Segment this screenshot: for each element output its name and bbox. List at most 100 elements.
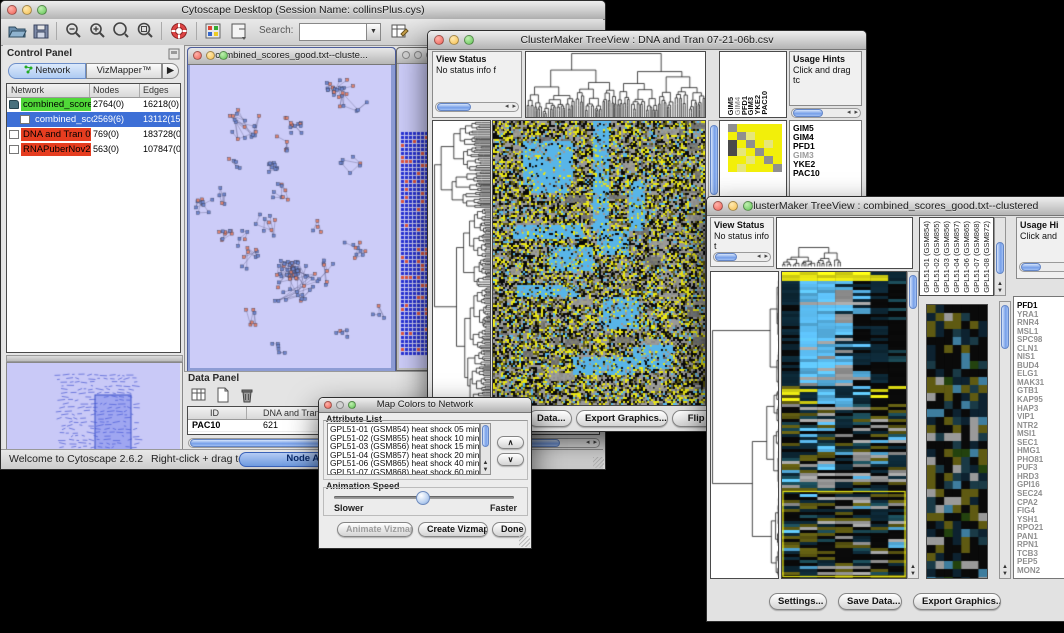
done-button[interactable]: Done: [492, 522, 526, 537]
minimize-button[interactable]: [22, 5, 32, 15]
tv2-zoom-heatmap[interactable]: [926, 304, 988, 579]
tv2-heatmap-vscrollbar[interactable]: ▲▼: [907, 271, 919, 579]
move-down-button[interactable]: ∨: [497, 453, 524, 466]
treeview1-titlebar[interactable]: ClusterMaker TreeView : DNA and Tran 07-…: [428, 31, 866, 50]
data-panel-title: Data Panel: [188, 373, 239, 384]
attribute-list-item[interactable]: GPL51-07 (GSM868) heat shock 60 min: [330, 468, 479, 475]
zoom-fit-icon[interactable]: [111, 21, 131, 41]
export-graphics-button[interactable]: Export Graphics...: [576, 410, 668, 427]
view-status-hscrollbar[interactable]: ◂ ▸: [435, 102, 519, 112]
panel-splitter[interactable]: [6, 355, 183, 362]
zoom-button[interactable]: [348, 401, 356, 409]
animation-groupbox: Slower Faster: [323, 487, 528, 516]
tv1-column-dendrogram[interactable]: [525, 51, 706, 118]
scrollbar-thumb[interactable]: [437, 103, 471, 111]
minimize-button[interactable]: [414, 51, 422, 59]
help-lifering-icon[interactable]: [169, 21, 189, 41]
tv1-heatmap[interactable]: [492, 120, 706, 406]
tv2-heatmap[interactable]: [781, 271, 907, 579]
network-list-row[interactable]: RNAPuberNov2+563(0)107847(0): [7, 142, 180, 157]
network-edges: 16218(0): [143, 97, 179, 112]
tv2-row-dendrogram[interactable]: [710, 271, 779, 579]
tab-network[interactable]: Network: [8, 63, 86, 79]
tv2-column-label: GPL51-06 (GSM865): [962, 221, 971, 293]
scrollbar-thumb[interactable]: [793, 109, 823, 117]
tab-overflow-button[interactable]: ▶: [162, 63, 179, 79]
close-button[interactable]: [193, 51, 202, 60]
close-button[interactable]: [434, 35, 444, 45]
attribute-list[interactable]: GPL51-01 (GSM854) heat shock 05 minGPL51…: [327, 423, 480, 475]
scrollbar-thumb[interactable]: [909, 275, 917, 309]
dialog-titlebar[interactable]: Map Colors to Network: [319, 398, 531, 413]
speed-slider-thumb[interactable]: [416, 491, 430, 505]
tv1-row-dendrogram[interactable]: [432, 120, 491, 406]
tv1-view-status: View Status No status info f ◂ ▸: [432, 51, 522, 118]
control-panel: Control Panel Network VizMapper™ ▶ Netwo…: [3, 45, 185, 449]
tv2-button-bar: Settings... Save Data... Export Graphics…: [707, 589, 1064, 619]
matrix-cell: [773, 132, 782, 140]
resize-grip[interactable]: [593, 457, 604, 468]
open-file-icon[interactable]: [7, 21, 27, 41]
export-graphics-button[interactable]: Export Graphics...: [913, 593, 1001, 610]
zoom-button[interactable]: [464, 35, 474, 45]
tv2-column-dendrogram[interactable]: [776, 217, 913, 269]
save-icon[interactable]: [31, 21, 51, 41]
matrix-cell: [746, 124, 755, 132]
settings-button[interactable]: Settings...: [769, 593, 827, 610]
tab-vizmapper[interactable]: VizMapper™: [86, 63, 162, 79]
matrix-cell: [737, 164, 746, 172]
scrollbar-thumb[interactable]: [996, 242, 1004, 274]
tv2-column-label: GPL51-04 (GSM857): [952, 221, 961, 293]
usage-hints-hscrollbar[interactable]: [1019, 262, 1064, 272]
scrollbar-thumb[interactable]: [482, 425, 489, 447]
network-list-row[interactable]: DNA and Tran 07769(0)183728(0): [7, 127, 180, 142]
view-status-hscrollbar[interactable]: ◂ ▸: [713, 252, 771, 262]
create-vizmap-button[interactable]: Create Vizmap: [418, 522, 488, 537]
close-button[interactable]: [7, 5, 17, 15]
save-data-button[interactable]: Save Data...: [838, 593, 902, 610]
minimize-button[interactable]: [449, 35, 459, 45]
zoom-in-icon[interactable]: [87, 21, 107, 41]
vizmapper-icon[interactable]: [203, 21, 223, 41]
tv1-right-hscrollbar[interactable]: ◂ ▸: [791, 108, 861, 118]
move-up-button[interactable]: ∧: [497, 436, 524, 449]
matrix-cell: [755, 156, 764, 164]
attribute-list-scrollbar[interactable]: ▲▼: [480, 423, 491, 475]
network-table-header[interactable]: Network Nodes Edges: [7, 84, 180, 98]
zoom-selected-icon[interactable]: [135, 21, 155, 41]
animate-vizmap-button[interactable]: Animate Vizmap: [337, 522, 413, 537]
search-dropdown-arrow-icon[interactable]: ▼: [366, 23, 381, 41]
network-list-row[interactable]: combined_scores2764(0)16218(0): [7, 97, 180, 112]
zoom-out-icon[interactable]: [63, 21, 83, 41]
snapshot-icon[interactable]: [229, 21, 249, 41]
tv2-labels-vscrollbar[interactable]: ▲▼: [994, 217, 1006, 296]
network-overview[interactable]: [6, 362, 183, 462]
attribute-browser-icon[interactable]: [389, 21, 409, 41]
scrollbar-thumb[interactable]: [1021, 263, 1041, 271]
treeview2-titlebar[interactable]: ClusterMaker TreeView : combined_scores_…: [707, 197, 1064, 216]
resize-grip[interactable]: [519, 536, 530, 547]
tv2-genelist-vscrollbar[interactable]: ▲▼: [999, 301, 1011, 579]
zoom-button[interactable]: [743, 201, 753, 211]
minimize-button[interactable]: [728, 201, 738, 211]
scrollbar-thumb[interactable]: [710, 125, 718, 195]
cytoscape-titlebar[interactable]: Cytoscape Desktop (Session Name: collins…: [1, 1, 605, 20]
matrix-cell: [728, 148, 737, 156]
zoom-button[interactable]: [37, 5, 47, 15]
minimize-button[interactable]: [336, 401, 344, 409]
close-button[interactable]: [324, 401, 332, 409]
network-canvas-1[interactable]: [190, 65, 391, 368]
tv2-column-label: GPL51-08 (GSM872): [982, 221, 991, 293]
zoom-button[interactable]: [219, 51, 228, 60]
close-button[interactable]: [402, 51, 410, 59]
network-list-row[interactable]: combined_sco2569(6)13112(15): [7, 112, 180, 127]
network-view-1-titlebar[interactable]: combined_scores_good.txt--cluste...: [188, 48, 395, 65]
scrollbar-thumb[interactable]: [715, 253, 737, 261]
scrollbar-thumb[interactable]: [1001, 305, 1009, 349]
network-nodes: 563(0): [93, 142, 119, 157]
matrix-cell: [755, 140, 764, 148]
minimize-button[interactable]: [206, 51, 215, 60]
save-data-button[interactable]: Data...: [528, 410, 572, 427]
cell-id: PFD1: [192, 432, 215, 435]
close-button[interactable]: [713, 201, 723, 211]
